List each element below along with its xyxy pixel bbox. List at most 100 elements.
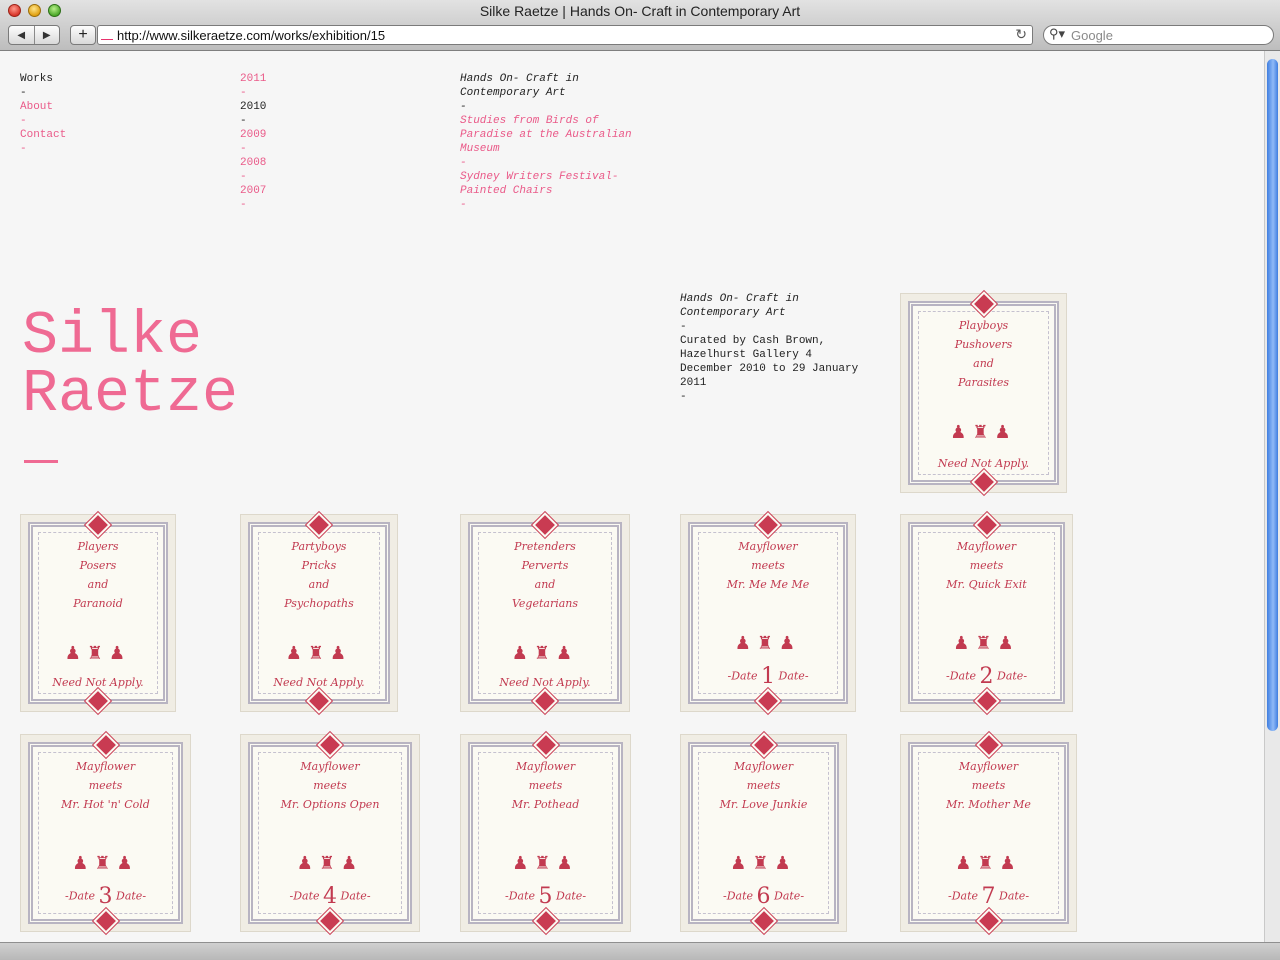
date-label: Date <box>774 889 801 903</box>
artwork-thumbnail[interactable]: Mayflower meets Mr. Love Junkie ♟♜♟ -Date 6 … <box>680 734 847 932</box>
logo-last-name: Raetze <box>22 361 239 429</box>
exhibition-link-chairs[interactable]: Sydney Writers Festival- <box>460 170 632 184</box>
date-label: Date <box>778 669 805 683</box>
search-icon: ⚲▾ <box>1049 26 1066 41</box>
nav-separator: - <box>20 87 27 99</box>
reload-icon[interactable]: ↻ <box>1015 26 1027 43</box>
nav-separator: - <box>20 143 27 155</box>
nav-item-about[interactable]: About <box>20 100 66 114</box>
status-bar <box>0 942 1280 960</box>
year-link-2009[interactable]: 2009 <box>240 128 266 142</box>
date-label: Date <box>68 889 95 903</box>
artwork-thumbnail[interactable]: Partyboys Pricks and Psychopaths ♟♜♟ Need Not… <box>240 514 398 712</box>
scrollbar-thumb[interactable] <box>1267 59 1278 731</box>
artwork-text-line: Mayflower <box>515 760 576 773</box>
stitched-figures-icon: ♟♜♟ <box>734 633 802 653</box>
exhibition-link-birds[interactable]: Paradise at the Australian <box>460 128 632 142</box>
artwork-date-footer: -Date 2 Date- <box>945 664 1028 689</box>
artwork-date-footer: -Date 3 Date- <box>64 884 147 909</box>
nav-item-contact[interactable]: Contact <box>20 128 66 142</box>
artwork-thumbnail[interactable]: Mayflower meets Mr. Options Open ♟♜♟ -Date 4… <box>240 734 420 932</box>
artwork-text-line: Mayflower <box>733 760 794 773</box>
logo-dash <box>24 460 58 463</box>
artwork-text-line: meets <box>969 559 1004 572</box>
info-separator: - <box>680 391 687 403</box>
artwork-text-line: Vegetarians <box>511 597 579 610</box>
artwork-stitched-text: Players Posers and Paranoid <box>37 537 159 613</box>
artwork-thumbnail[interactable]: Players Posers and Paranoid ♟♜♟ Need Not Appl… <box>20 514 176 712</box>
year-link-2011[interactable]: 2011 <box>240 72 266 86</box>
info-separator: - <box>680 321 687 333</box>
artwork-stitched-text: Pretenders Perverts and Vegetarians <box>477 537 613 613</box>
artwork-text-line: and <box>973 357 994 370</box>
vertical-scrollbar[interactable] <box>1264 51 1280 942</box>
artwork-stitched-text: Mayflower meets Mr. Love Junkie <box>697 757 830 814</box>
artwork-stitched-text: Playboys Pushovers and Parasites <box>917 316 1050 392</box>
artwork-text-line: meets <box>751 559 785 572</box>
year-link-2008[interactable]: 2008 <box>240 156 266 170</box>
artwork-thumbnail[interactable]: Mayflower meets Mr. Pothead ♟♜♟ -Date 5 Date… <box>460 734 631 932</box>
date-label: Date <box>999 889 1026 903</box>
exhibition-link-current[interactable]: Contemporary Art <box>460 86 632 100</box>
main-nav: Works - About - Contact - <box>20 72 66 156</box>
exhibition-separator: - <box>460 157 467 169</box>
artwork-text-line: Players <box>77 540 119 553</box>
artwork-thumbnail[interactable]: Pretenders Perverts and Vegetarians ♟♜♟ Need … <box>460 514 630 712</box>
artwork-text-line: Mr. Options Open <box>280 798 380 811</box>
artwork-thumbnail[interactable]: Mayflower meets Mr. Hot 'n' Cold ♟♜♟ -Date 3… <box>20 734 191 932</box>
nav-item-works[interactable]: Works <box>20 72 66 86</box>
exhibition-description: December 2010 to 29 January <box>680 363 859 375</box>
year-link-2010[interactable]: 2010 <box>240 100 266 114</box>
logo-first-name: Silke <box>22 303 203 371</box>
artwork-text-line: Paranoid <box>73 597 123 610</box>
date-label: Date <box>116 889 143 903</box>
artwork-text-line: Partyboys <box>291 540 347 553</box>
exhibition-link-current[interactable]: Hands On- Craft in <box>460 72 632 86</box>
exhibition-separator: - <box>460 101 467 113</box>
search-input[interactable]: ⚲▾ Google <box>1043 25 1274 45</box>
date-number: 7 <box>981 884 996 909</box>
artwork-text-line: Posers <box>79 559 117 572</box>
artwork-text-line: Mr. Quick Exit <box>946 578 1027 591</box>
artwork-thumbnail[interactable]: Mayflower meets Mr. Mother Me ♟♜♟ -Date 7 Da… <box>900 734 1077 932</box>
date-label: Date <box>556 889 583 903</box>
artwork-text-line: Mr. Love Junkie <box>719 798 808 811</box>
url-text: http://www.silkeraetze.com/works/exhibit… <box>117 28 386 43</box>
stitched-figures-icon: ♟♜♟ <box>511 643 579 663</box>
artwork-text-line: meets <box>528 779 563 792</box>
exhibition-nav: Hands On- Craft in Contemporary Art - St… <box>460 72 632 212</box>
address-bar[interactable]: http://www.silkeraetze.com/works/exhibit… <box>97 25 1033 45</box>
artwork-stitched-text: Mayflower meets Mr. Me Me Me <box>697 537 839 594</box>
stitched-figures-icon: ♟♜♟ <box>730 853 797 873</box>
forward-button[interactable]: ▶ <box>35 26 60 44</box>
artwork-thumbnail[interactable]: Mayflower meets Mr. Me Me Me ♟♜♟ -Date 1 Dat… <box>680 514 856 712</box>
back-button[interactable]: ◀ <box>9 26 35 44</box>
date-label: Date <box>949 669 976 683</box>
date-number: 3 <box>98 884 113 909</box>
exhibition-description: Hazelhurst Gallery 4 <box>680 349 813 361</box>
exhibition-link-chairs[interactable]: Painted Chairs <box>460 184 632 198</box>
add-bookmark-button[interactable]: + <box>70 25 96 45</box>
stitched-figures-icon: ♟♜♟ <box>72 853 139 873</box>
year-link-2007[interactable]: 2007 <box>240 184 266 198</box>
date-number: 5 <box>538 884 553 909</box>
artwork-footer: Need Not Apply. <box>499 676 591 689</box>
artwork-date-footer: -Date 6 Date- <box>722 884 805 909</box>
artwork-text-line: Pricks <box>301 559 337 572</box>
artwork-thumbnail[interactable]: Playboys Pushovers and Parasites ♟♜♟ Need Not… <box>900 293 1067 493</box>
artwork-stitched-text: Partyboys Pricks and Psychopaths <box>257 537 381 613</box>
artwork-text-line: meets <box>971 779 1006 792</box>
artwork-footer: Need Not Apply. <box>273 676 365 689</box>
artwork-text-line: Mayflower <box>75 760 136 773</box>
exhibition-link-birds[interactable]: Studies from Birds of <box>460 114 632 128</box>
stitched-figures-icon: ♟♜♟ <box>285 643 353 663</box>
stitched-figures-icon: ♟♜♟ <box>512 853 579 873</box>
exhibition-link-birds[interactable]: Museum <box>460 142 632 156</box>
artwork-text-line: Pretenders <box>514 540 576 553</box>
year-separator: - <box>240 115 247 127</box>
artwork-text-line: Mr. Pothead <box>511 798 580 811</box>
year-nav: 2011 - 2010 - 2009 - 2008 - 2007 - <box>240 72 266 212</box>
site-logo[interactable]: Silke Raetze <box>22 303 239 429</box>
artwork-thumbnail[interactable]: Mayflower meets Mr. Quick Exit ♟♜♟ -Date 2 D… <box>900 514 1073 712</box>
window-title: Silke Raetze | Hands On- Craft in Contem… <box>479 3 801 19</box>
